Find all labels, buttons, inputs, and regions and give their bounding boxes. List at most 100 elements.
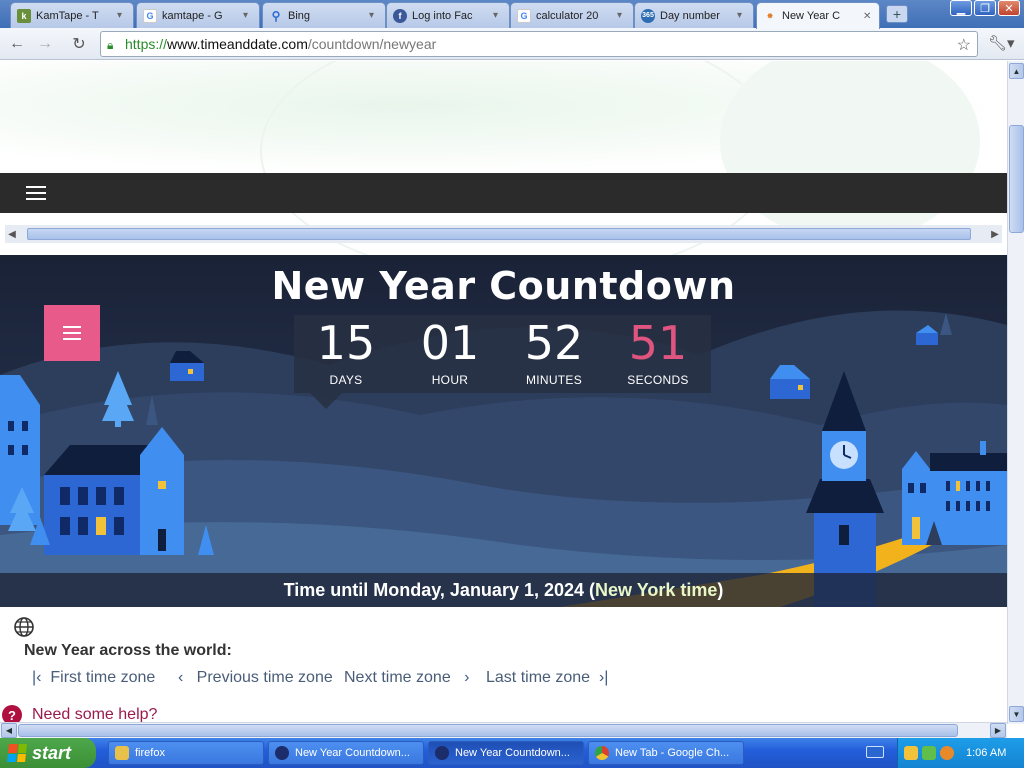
first-time-zone-link[interactable]: |‹ First time zone [32, 669, 155, 687]
firefox-icon [275, 746, 289, 760]
countdown-hero: New Year Countdown 15 DAYS 01 HOUR 52 MI… [0, 255, 1007, 607]
wrench-menu-icon[interactable]: 🔧︎▾ [988, 34, 1015, 52]
tab-label: kamtape - G [162, 9, 223, 22]
next-time-zone-link[interactable]: Next time zone › [344, 669, 469, 687]
scroll-right-icon[interactable]: ▶ [988, 226, 1002, 242]
search-tray-icon[interactable] [940, 746, 954, 760]
tab-kamtape[interactable]: k KamTape - T ▾ [10, 2, 134, 28]
countdown-minutes: 52 MINUTES [502, 317, 606, 387]
new-york-time-link[interactable]: New York time [595, 580, 717, 600]
window-controls: ▁ ❐ ✕ [950, 0, 1020, 16]
scroll-down-icon[interactable]: ▼ [1009, 706, 1024, 722]
keyboard-icon[interactable] [866, 746, 884, 758]
chevron-left-icon: ‹ [178, 669, 184, 686]
scroll-thumb[interactable] [27, 228, 971, 240]
tab-label: Day number [660, 9, 720, 22]
tab-day-number[interactable]: 365 Day number ▾ [634, 2, 754, 28]
banner-decoration [720, 61, 980, 241]
day365-icon: 365 [641, 8, 655, 23]
screen: k KamTape - T ▾ G kamtape - G ▾ ⚲ Bing ▾… [0, 0, 1024, 768]
tab-close-icon[interactable]: ▾ [737, 10, 747, 21]
tab-close-icon[interactable]: ▾ [617, 10, 627, 21]
taskbar-item-label: New Tab - Google Ch... [615, 747, 730, 759]
last-time-zone-link[interactable]: Last time zone ›| [486, 669, 608, 687]
tab-close-icon[interactable]: ▾ [243, 10, 253, 21]
countdown-box: 15 DAYS 01 HOUR 52 MINUTES 51 SECONDS [294, 315, 711, 409]
browser-toolbar: ← → ↻ 🔒︎ https:// www.timeanddate.com /c… [0, 28, 1024, 60]
chevron-right-icon: › [464, 669, 470, 686]
site-navbar [0, 173, 1007, 213]
new-tab-button[interactable]: + [886, 5, 908, 23]
close-window-icon[interactable]: ✕ [998, 0, 1020, 16]
previous-time-zone-label: Previous time zone [196, 669, 333, 686]
tab-close-icon[interactable]: ✕ [863, 11, 873, 22]
tab-strip: k KamTape - T ▾ G kamtape - G ▾ ⚲ Bing ▾… [0, 0, 1024, 29]
back-icon[interactable]: ← [6, 33, 28, 55]
folder-icon [115, 746, 129, 760]
network-icon[interactable] [922, 746, 936, 760]
side-menu-button[interactable] [44, 305, 100, 361]
seconds-value: 51 [628, 316, 688, 370]
url-host: www.timeanddate.com [167, 36, 308, 52]
tab-facebook[interactable]: f Log into Fac ▾ [386, 2, 510, 28]
tab-label: KamTape - T [36, 9, 99, 22]
tab-google-kamtape[interactable]: G kamtape - G ▾ [136, 2, 260, 28]
horizontal-scrollbar[interactable]: ◀ ▶ [0, 722, 1007, 738]
system-clock: 1:06 AM [966, 747, 1007, 759]
reload-icon[interactable]: ↻ [68, 33, 90, 55]
page-viewport: ◀ ▶ New Year Countdown 15 DAYS 01 HOUR 5… [0, 61, 1007, 724]
next-time-zone-label: Next time zone [344, 669, 451, 686]
hours-value: 01 [420, 316, 480, 370]
tab-close-icon[interactable]: ▾ [493, 10, 503, 21]
tab-label: calculator 20 [536, 9, 599, 22]
tab-bing[interactable]: ⚲ Bing ▾ [262, 2, 386, 28]
globe-icon [14, 617, 34, 637]
start-button[interactable]: start [0, 738, 96, 768]
hamburger-menu-icon[interactable] [26, 186, 46, 200]
time-until-suffix: ) [717, 580, 724, 600]
taskbar-item-label: firefox [135, 747, 165, 759]
restore-icon[interactable]: ❐ [974, 0, 996, 16]
bookmark-star-icon[interactable]: ☆ [957, 35, 971, 55]
page-title: New Year Countdown [271, 264, 736, 308]
time-until-prefix: Time until Monday, January 1, 2024 ( [283, 580, 596, 600]
address-bar[interactable]: 🔒︎ https:// www.timeanddate.com /countdo… [100, 31, 978, 57]
url-path: /countdown/newyear [307, 36, 437, 52]
taskbar-item-chrome-new-tab[interactable]: New Tab - Google Ch... [588, 741, 744, 765]
horizontal-scroll-thumb[interactable] [18, 724, 958, 737]
world-heading: New Year across the world: [24, 642, 232, 659]
scroll-left-icon[interactable]: ◀ [5, 226, 19, 242]
forward-icon[interactable]: → [34, 33, 56, 55]
facebook-icon: f [393, 8, 407, 23]
minutes-label: MINUTES [525, 373, 583, 387]
vertical-scroll-thumb[interactable] [1009, 125, 1024, 233]
tab-new-year-countdown[interactable]: ⁕ New Year C ✕ [756, 2, 880, 29]
search-icon: ⚲ [271, 8, 281, 23]
shield-icon[interactable] [904, 746, 918, 760]
minimize-icon[interactable]: ▁ [950, 0, 972, 16]
first-time-zone-label: First time zone [50, 669, 156, 686]
tab-close-icon[interactable]: ▾ [117, 10, 127, 21]
tab-close-icon[interactable]: ▾ [369, 10, 379, 21]
kamtape-icon: k [17, 8, 31, 23]
countdown-hours: 01 HOUR [398, 317, 502, 387]
taskbar-item-countdown-1[interactable]: New Year Countdown... [268, 741, 424, 765]
countdown-pointer [310, 393, 342, 409]
time-until-banner: Time until Monday, January 1, 2024 (New … [0, 573, 1007, 607]
taskbar-item-firefox-folder[interactable]: firefox [108, 741, 264, 765]
banner-decoration [260, 61, 780, 281]
top-banner [0, 61, 1007, 281]
tab-label: Log into Fac [412, 9, 473, 22]
scroll-left-icon[interactable]: ◀ [1, 723, 17, 738]
inner-horizontal-scrollbar[interactable]: ◀ ▶ [5, 225, 1002, 243]
days-value: 15 [316, 316, 376, 370]
scroll-up-icon[interactable]: ▲ [1009, 63, 1024, 79]
tab-calculator[interactable]: G calculator 20 ▾ [510, 2, 634, 28]
scroll-right-icon[interactable]: ▶ [990, 723, 1006, 738]
vertical-scrollbar[interactable]: ▲ ▼ [1007, 61, 1024, 724]
taskbar-item-label: New Year Countdown... [455, 747, 570, 759]
previous-time-zone-link[interactable]: ‹ Previous time zone [178, 669, 333, 687]
windows-taskbar: start firefox New Year Countdown... New … [0, 738, 1024, 768]
taskbar-item-countdown-2[interactable]: New Year Countdown... [428, 741, 584, 765]
taskbar-item-label: New Year Countdown... [295, 747, 410, 759]
